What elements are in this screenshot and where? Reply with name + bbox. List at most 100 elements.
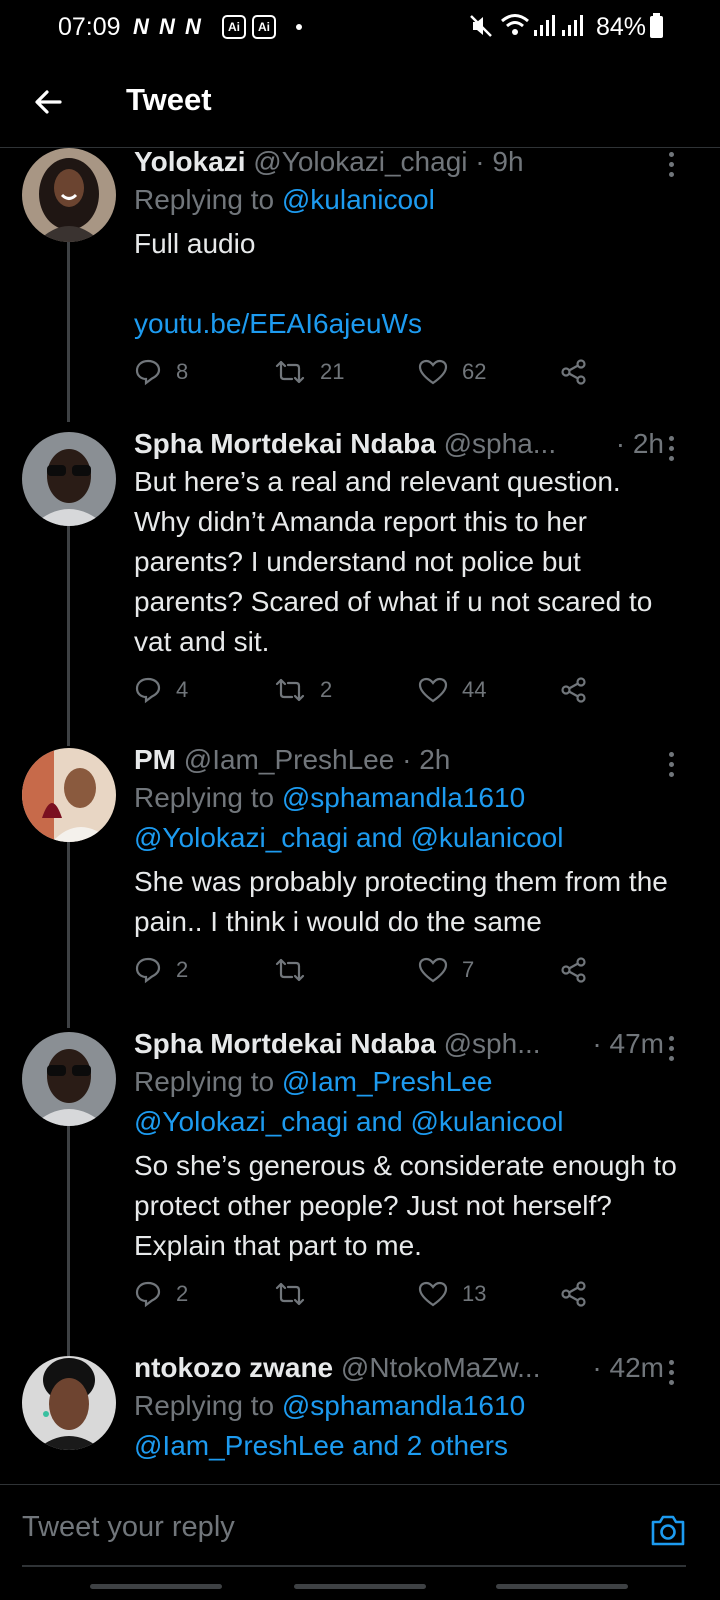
avatar[interactable] [22, 148, 116, 242]
more-notifications-dot-icon [296, 24, 302, 30]
author-name[interactable]: PM [134, 744, 176, 775]
mention-link[interactable]: @sphamandla1610 [282, 1390, 525, 1421]
nav-back-button[interactable] [496, 1584, 628, 1589]
tweet-link[interactable]: youtu.be/EEAI6ajeuWs [134, 304, 684, 344]
reply-count: 4 [176, 677, 189, 702]
avatar[interactable] [22, 1032, 116, 1126]
replying-to: Replying to @sphamandla1610 @Iam_PreshLe… [134, 1386, 684, 1466]
tweet-text: Full audio [134, 228, 256, 259]
like-count: 62 [462, 359, 487, 384]
retweet-button[interactable] [274, 1280, 320, 1308]
more-options-icon[interactable] [666, 436, 676, 466]
mention-link[interactable]: @Yolokazi_chagi [134, 822, 348, 853]
share-button[interactable] [560, 358, 602, 386]
mention-link[interactable]: @Iam_PreshLee and 2 others [134, 1430, 508, 1461]
tweet-header: PM @Iam_PreshLee · 2h [134, 742, 684, 778]
thread-line [67, 1126, 70, 1356]
reply-count: 2 [176, 1281, 189, 1306]
share-button[interactable] [560, 956, 602, 984]
share-button[interactable] [560, 676, 602, 704]
author-name[interactable]: ntokozo zwane [134, 1352, 333, 1383]
reply-input-underline [22, 1565, 686, 1567]
back-arrow-icon[interactable] [30, 84, 66, 120]
reply-count: 8 [176, 359, 189, 384]
wifi-icon [501, 14, 529, 35]
more-options-icon[interactable] [666, 1360, 676, 1390]
retweet-icon [275, 360, 305, 384]
reply-icon [135, 957, 161, 984]
author-handle[interactable]: @NtokoMaZw... [341, 1352, 541, 1383]
avatar[interactable] [22, 1356, 116, 1450]
mention-link[interactable]: @kulanicool [282, 184, 435, 215]
like-button[interactable]: 7 [418, 956, 474, 984]
signal-icon-2 [562, 15, 583, 36]
retweet-icon [275, 678, 305, 702]
mention-link[interactable]: @kulanicool [410, 1106, 563, 1137]
tweet-header: ntokozo zwane @NtokoMaZw... · 42m [134, 1350, 684, 1386]
notification-n-icons: N N N [133, 14, 203, 39]
author-handle[interactable]: @spha... [444, 428, 556, 459]
tweet-time: · 42m [584, 1350, 664, 1386]
more-options-icon[interactable] [666, 752, 676, 782]
tweet-actions: 4 2 44 [134, 676, 684, 716]
author-handle[interactable]: @sph... [444, 1028, 541, 1059]
reply-button[interactable]: 2 [134, 1280, 188, 1308]
like-count: 44 [462, 677, 487, 702]
retweet-count: 21 [320, 359, 345, 384]
reply-input[interactable]: Tweet your reply [22, 1511, 235, 1544]
status-bar: 07:09 N N N Ai Ai 84% [0, 0, 720, 56]
tweet-time: · 2h [607, 426, 664, 462]
replying-to: Replying to @Iam_PreshLee @Yolokazi_chag… [134, 1062, 684, 1142]
author-name[interactable]: Yolokazi [134, 148, 246, 177]
like-button[interactable]: 13 [418, 1280, 486, 1308]
avatar[interactable] [22, 432, 116, 526]
author-name[interactable]: Spha Mortdekai Ndaba [134, 1028, 436, 1059]
nav-recent-button[interactable] [90, 1584, 222, 1589]
like-button[interactable]: 62 [418, 358, 486, 386]
share-button[interactable] [560, 1280, 602, 1308]
reply-icon [135, 1281, 161, 1308]
like-count: 13 [462, 1281, 487, 1306]
battery-icon [650, 13, 663, 38]
author-handle[interactable]: @Iam_PreshLee [184, 744, 395, 775]
more-options-icon[interactable] [666, 152, 676, 182]
heart-icon [418, 957, 448, 983]
nav-home-button[interactable] [294, 1584, 426, 1589]
retweet-icon [275, 958, 305, 982]
tweet-time: · 47m [584, 1026, 664, 1062]
tweet-thread: Yolokazi @Yolokazi_chagi · 9h Replying t… [0, 148, 720, 1484]
tweet-text: But here’s a real and relevant question.… [134, 466, 653, 657]
tweet-time: · 9h [475, 148, 524, 177]
retweet-count: 2 [320, 677, 333, 702]
mention-link[interactable]: @Yolokazi_chagi [134, 1106, 348, 1137]
reply-icon [135, 359, 161, 386]
tweet-header: Spha Mortdekai Ndaba @spha... · 2h [134, 426, 684, 462]
reply-button[interactable]: 4 [134, 676, 188, 704]
mention-link[interactable]: @Iam_PreshLee [282, 1066, 493, 1097]
reply-button[interactable]: 8 [134, 358, 188, 386]
share-icon [561, 677, 586, 703]
replying-label: Replying to [134, 184, 275, 215]
camera-icon[interactable] [650, 1513, 686, 1547]
tweet-text: So she’s generous & considerate enough t… [134, 1150, 677, 1261]
share-icon [561, 359, 586, 385]
author-handle[interactable]: @Yolokazi_chagi [253, 148, 467, 177]
thread-line [67, 242, 70, 422]
tweet-text: She was probably protecting them from th… [134, 866, 668, 937]
replying-label: Replying to [134, 1390, 275, 1421]
like-button[interactable]: 44 [418, 676, 486, 704]
retweet-button[interactable] [274, 956, 320, 984]
status-time: 07:09 [58, 13, 121, 41]
retweet-button[interactable]: 2 [274, 676, 332, 704]
reply-button[interactable]: 2 [134, 956, 188, 984]
retweet-button[interactable]: 21 [274, 358, 344, 386]
mention-link[interactable]: @sphamandla1610 [282, 782, 525, 813]
more-options-icon[interactable] [666, 1036, 676, 1066]
author-name[interactable]: Spha Mortdekai Ndaba [134, 428, 436, 459]
heart-icon [418, 359, 448, 385]
replying-label: Replying to [134, 782, 275, 813]
mention-link[interactable]: @kulanicool [410, 822, 563, 853]
system-nav-bar [0, 1578, 720, 1600]
avatar[interactable] [22, 748, 116, 842]
ai-notification-icon-2: Ai [252, 15, 276, 39]
